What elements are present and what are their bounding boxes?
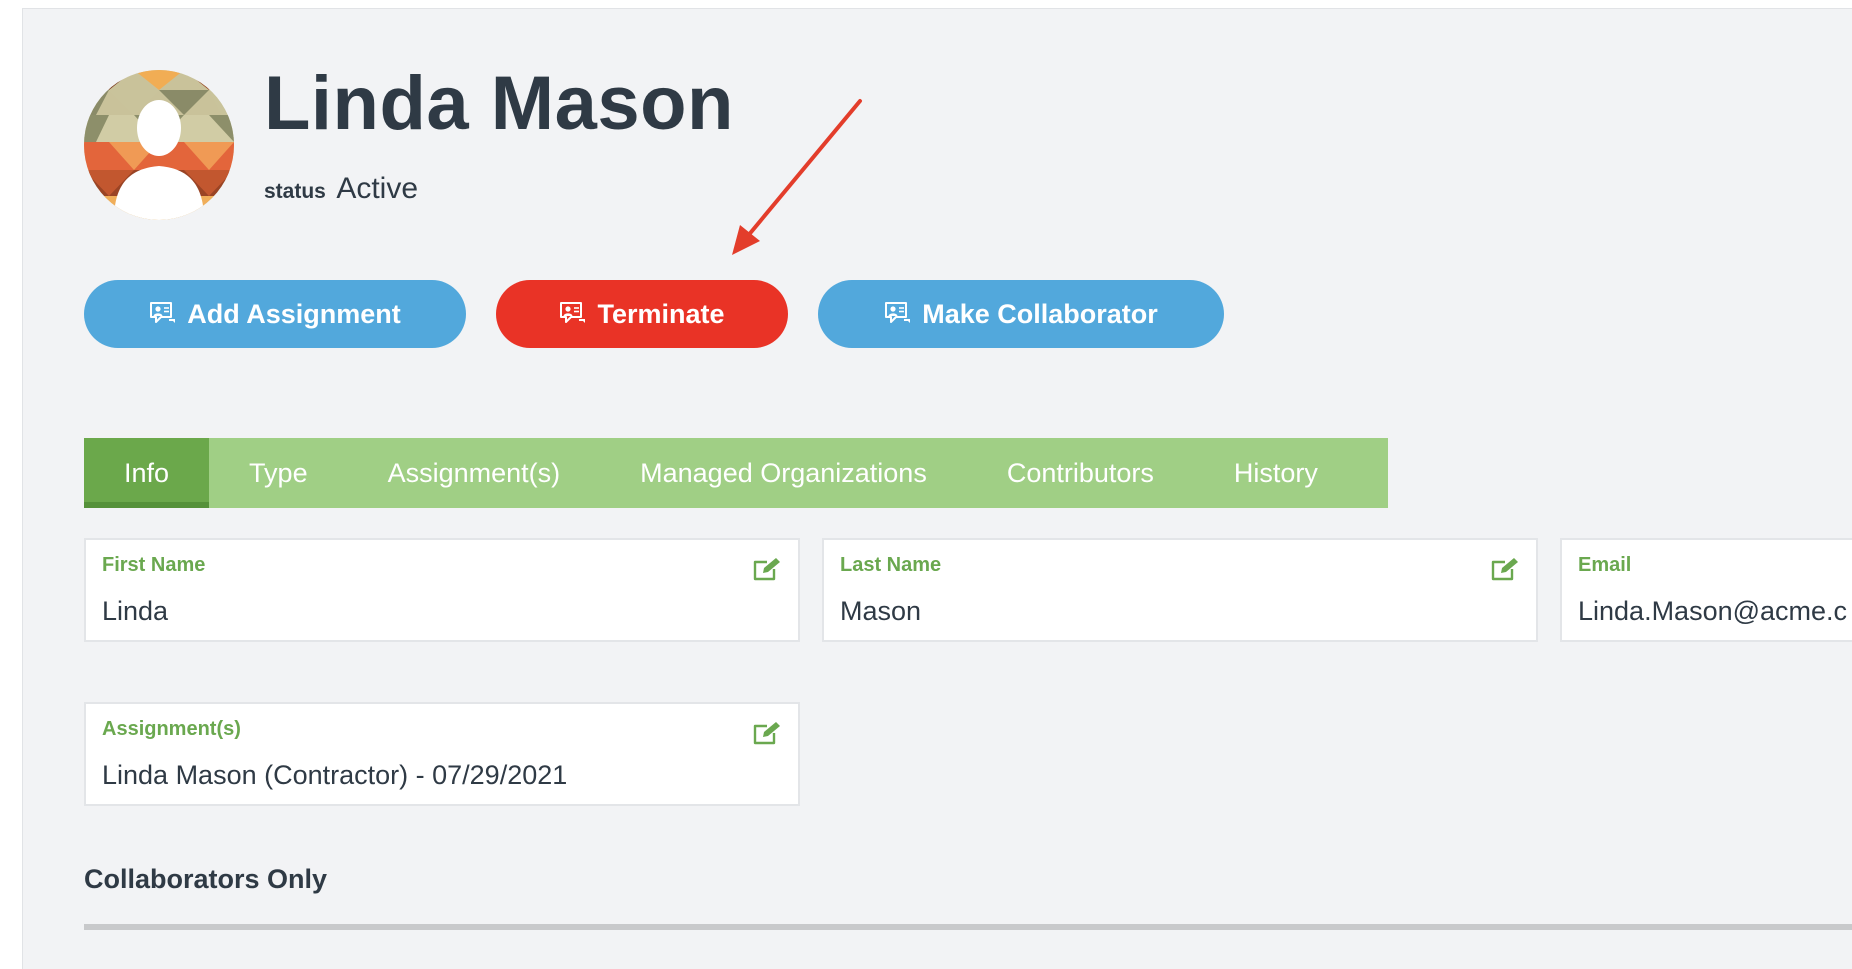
tab-type[interactable]: Type xyxy=(209,438,348,508)
collaborators-only-heading: Collaborators Only xyxy=(84,864,328,894)
status-line: status Active xyxy=(264,172,418,206)
edit-icon[interactable] xyxy=(752,720,782,751)
tab-history[interactable]: History xyxy=(1194,438,1358,508)
tab-managed-organizations[interactable]: Managed Organizations xyxy=(600,438,967,508)
last-name-label: Last Name xyxy=(840,554,942,576)
annotation-arrow-icon xyxy=(732,99,862,255)
profile-tabs: Info Type Assignment(s) Managed Organiza… xyxy=(84,438,1388,508)
terminate-button[interactable]: Terminate xyxy=(496,280,788,348)
chat-user-icon xyxy=(884,301,912,327)
last-name-value: Mason xyxy=(840,596,922,626)
user-avatar-icon xyxy=(84,70,234,220)
make-collaborator-label: Make Collaborator xyxy=(922,298,1158,329)
edit-icon[interactable] xyxy=(1490,556,1520,587)
assignments-field[interactable]: Assignment(s) Linda Mason (Contractor) -… xyxy=(84,702,800,806)
add-assignment-label: Add Assignment xyxy=(187,298,401,329)
avatar xyxy=(84,70,234,220)
terminate-label: Terminate xyxy=(597,298,725,329)
email-value: Linda.Mason@acme.c xyxy=(1578,596,1848,626)
tab-assignments[interactable]: Assignment(s) xyxy=(348,438,601,508)
assignments-label: Assignment(s) xyxy=(102,718,241,740)
profile-name: Linda Mason xyxy=(264,61,734,146)
tab-info[interactable]: Info xyxy=(84,438,210,508)
first-name-label: First Name xyxy=(102,554,206,576)
tab-contributors[interactable]: Contributors xyxy=(967,438,1194,508)
last-name-field[interactable]: Last Name Mason xyxy=(822,538,1538,642)
email-label: Email xyxy=(1578,554,1632,576)
chat-user-icon xyxy=(149,301,177,327)
add-assignment-button[interactable]: Add Assignment xyxy=(84,280,466,348)
chat-user-icon xyxy=(559,301,587,327)
assignments-value: Linda Mason (Contractor) - 07/29/2021 xyxy=(102,760,568,790)
first-name-value: Linda xyxy=(102,596,169,626)
first-name-field[interactable]: First Name Linda xyxy=(84,538,800,642)
edit-icon[interactable] xyxy=(752,556,782,587)
section-divider xyxy=(84,924,1852,930)
status-value: Active xyxy=(336,172,419,205)
make-collaborator-button[interactable]: Make Collaborator xyxy=(818,280,1224,348)
status-label: status xyxy=(264,180,326,203)
email-field[interactable]: Email Linda.Mason@acme.c xyxy=(1560,538,1852,642)
